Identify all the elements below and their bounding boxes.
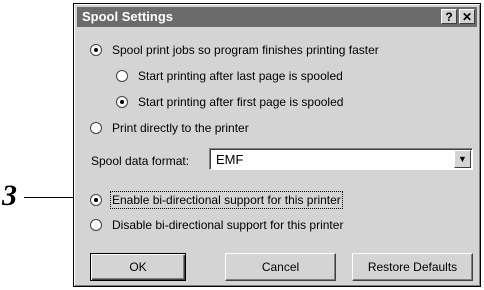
radio-after-last[interactable] xyxy=(116,70,128,82)
spool-format-label: Spool data format: xyxy=(91,154,190,168)
radio-direct[interactable] xyxy=(90,122,102,134)
spool-format-value: EMF xyxy=(216,152,244,167)
radio-spool[interactable] xyxy=(90,44,102,56)
dialog-title: Spool Settings xyxy=(82,9,173,24)
callout-number: 3 xyxy=(2,179,17,212)
close-button[interactable]: ✕ xyxy=(459,9,475,24)
option-disable-bidi-label: Disable bi-directional support for this … xyxy=(112,218,344,232)
spool-format-select[interactable]: EMF ▼ xyxy=(209,148,473,170)
title-bar: Spool Settings ? ✕ xyxy=(77,7,477,27)
option-direct-label: Print directly to the printer xyxy=(112,121,249,135)
help-button[interactable]: ? xyxy=(441,9,457,24)
option-spool[interactable]: Spool print jobs so program finishes pri… xyxy=(90,41,379,59)
option-spool-label: Spool print jobs so program finishes pri… xyxy=(112,43,379,57)
dropdown-arrow-icon[interactable]: ▼ xyxy=(454,150,471,168)
radio-enable-bidi[interactable] xyxy=(90,194,102,206)
option-after-first[interactable]: Start printing after first page is spool… xyxy=(116,93,343,111)
option-enable-bidi[interactable]: Enable bi-directional support for this p… xyxy=(90,191,343,209)
option-after-last[interactable]: Start printing after last page is spoole… xyxy=(116,67,343,85)
option-enable-bidi-label: Enable bi-directional support for this p… xyxy=(110,191,343,209)
cancel-button[interactable]: Cancel xyxy=(225,253,336,281)
option-disable-bidi[interactable]: Disable bi-directional support for this … xyxy=(90,216,343,234)
ok-button[interactable]: OK xyxy=(90,253,186,281)
spool-settings-dialog: Spool Settings ? ✕ Spool print jobs so p… xyxy=(73,3,481,287)
restore-defaults-button[interactable]: Restore Defaults xyxy=(352,253,473,281)
option-after-first-label: Start printing after first page is spool… xyxy=(138,95,344,109)
radio-disable-bidi[interactable] xyxy=(90,219,102,231)
option-direct[interactable]: Print directly to the printer xyxy=(90,119,249,137)
option-after-last-label: Start printing after last page is spoole… xyxy=(138,69,343,83)
radio-after-first[interactable] xyxy=(116,96,128,108)
